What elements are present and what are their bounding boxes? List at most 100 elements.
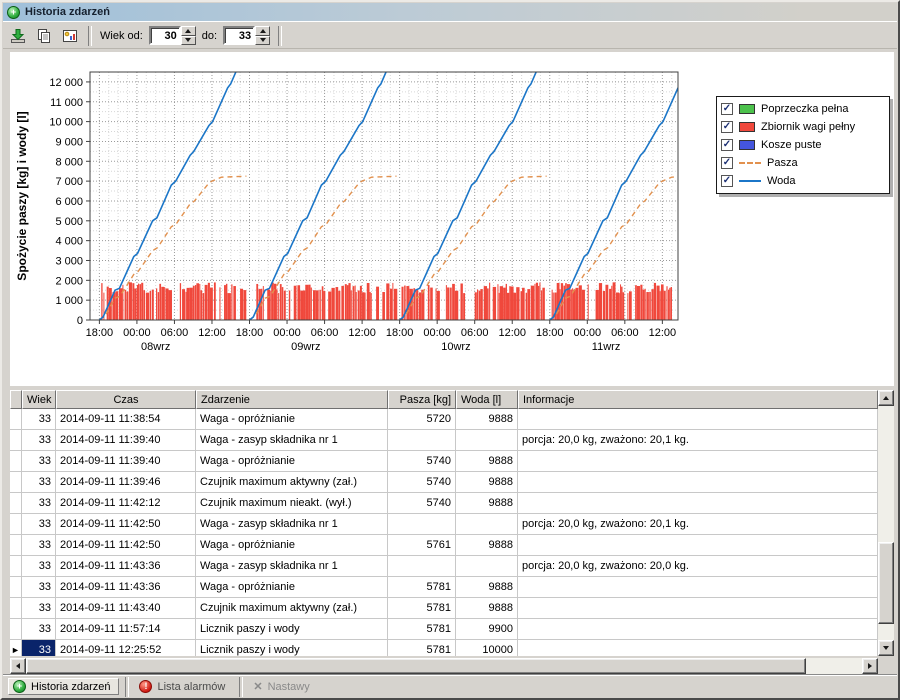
cell-czas[interactable]: 2014-09-11 11:43:36	[56, 577, 196, 598]
legend-checkbox[interactable]: ✓	[721, 103, 733, 115]
cell-czas[interactable]: 2014-09-11 11:42:50	[56, 535, 196, 556]
cell-woda[interactable]: 9888	[456, 451, 518, 472]
cell-pasza[interactable]: 5740	[388, 472, 456, 493]
cell-czas[interactable]: 2014-09-11 11:39:40	[56, 430, 196, 451]
horizontal-scrollbar[interactable]	[10, 658, 894, 674]
cell-pasza[interactable]: 5781	[388, 577, 456, 598]
cell-zdarzenie[interactable]: Czujnik maximum nieakt. (wył.)	[196, 493, 388, 514]
cell-zdarzenie[interactable]: Licznik paszy i wody	[196, 640, 388, 656]
cell-informacje[interactable]: porcja: 20,0 kg, zważono: 20,0 kg.	[518, 556, 878, 577]
cell-informacje[interactable]	[518, 640, 878, 656]
cell-czas[interactable]: 2014-09-11 11:43:36	[56, 556, 196, 577]
cell-wiek[interactable]: 33	[22, 535, 56, 556]
cell-informacje[interactable]	[518, 409, 878, 430]
cell-informacje[interactable]: porcja: 20,0 kg, zważono: 20,1 kg.	[518, 430, 878, 451]
cell-czas[interactable]: 2014-09-11 11:57:14	[56, 619, 196, 640]
cell-wiek[interactable]: 33	[22, 556, 56, 577]
vertical-scrollbar[interactable]	[878, 390, 894, 656]
cell-woda[interactable]: 9888	[456, 577, 518, 598]
cell-wiek[interactable]: 33	[22, 493, 56, 514]
table-row[interactable]: 332014-09-11 11:39:40Waga - zasyp składn…	[10, 430, 878, 451]
cell-informacje[interactable]	[518, 493, 878, 514]
cell-woda[interactable]: 9888	[456, 409, 518, 430]
cell-informacje[interactable]	[518, 535, 878, 556]
age-from-down-button[interactable]	[181, 36, 196, 46]
table-row[interactable]: 332014-09-11 11:43:36Waga - zasyp składn…	[10, 556, 878, 577]
cell-woda[interactable]	[456, 430, 518, 451]
table-row[interactable]: 332014-09-11 11:42:12Czujnik maximum nie…	[10, 493, 878, 514]
age-from-up-button[interactable]	[181, 26, 196, 36]
cell-wiek[interactable]: 33	[22, 598, 56, 619]
cell-pasza[interactable]: 5761	[388, 535, 456, 556]
tab-historia-zdarzen[interactable]: + Historia zdarzeń	[8, 678, 119, 695]
table-row[interactable]: 332014-09-11 11:42:50Waga - zasyp składn…	[10, 514, 878, 535]
scroll-left-button[interactable]	[10, 658, 26, 674]
cell-wiek[interactable]: 33	[22, 619, 56, 640]
table-row[interactable]: 332014-09-11 11:43:36Waga - opróżnianie5…	[10, 577, 878, 598]
scroll-right-button[interactable]	[862, 658, 878, 674]
cell-pasza[interactable]: 5720	[388, 409, 456, 430]
cell-informacje[interactable]	[518, 472, 878, 493]
cell-zdarzenie[interactable]: Waga - zasyp składnika nr 1	[196, 430, 388, 451]
cell-pasza[interactable]	[388, 556, 456, 577]
cell-zdarzenie[interactable]: Waga - zasyp składnika nr 1	[196, 556, 388, 577]
table-row[interactable]: 332014-09-11 11:42:50Waga - opróżnianie5…	[10, 535, 878, 556]
cell-zdarzenie[interactable]: Waga - opróżnianie	[196, 577, 388, 598]
cell-czas[interactable]: 2014-09-11 11:43:40	[56, 598, 196, 619]
column-header-pasza[interactable]: Pasza [kg]	[388, 390, 456, 409]
cell-wiek[interactable]: 33	[22, 640, 56, 656]
column-header-zdarzenie[interactable]: Zdarzenie	[196, 390, 388, 409]
table-row[interactable]: 332014-09-11 11:43:40Czujnik maximum akt…	[10, 598, 878, 619]
column-header-czas[interactable]: Czas	[56, 390, 196, 409]
table-row[interactable]: 332014-09-11 11:57:14Licznik paszy i wod…	[10, 619, 878, 640]
cell-czas[interactable]: 2014-09-11 12:25:52	[56, 640, 196, 656]
report-button[interactable]	[58, 25, 82, 47]
cell-woda[interactable]: 9888	[456, 493, 518, 514]
table-row[interactable]: 332014-09-11 11:39:46Czujnik maximum akt…	[10, 472, 878, 493]
cell-czas[interactable]: 2014-09-11 11:42:50	[56, 514, 196, 535]
cell-woda[interactable]	[456, 514, 518, 535]
age-to-up-button[interactable]	[255, 26, 270, 36]
column-header-informacje[interactable]: Informacje	[518, 390, 878, 409]
cell-woda[interactable]: 9888	[456, 472, 518, 493]
cell-pasza[interactable]	[388, 430, 456, 451]
cell-woda[interactable]	[456, 556, 518, 577]
cell-czas[interactable]: 2014-09-11 11:39:46	[56, 472, 196, 493]
table-row[interactable]: ►332014-09-11 12:25:52Licznik paszy i wo…	[10, 640, 878, 656]
cell-wiek[interactable]: 33	[22, 577, 56, 598]
age-from-input[interactable]	[149, 26, 181, 45]
cell-woda[interactable]: 9888	[456, 598, 518, 619]
cell-wiek[interactable]: 33	[22, 472, 56, 493]
cell-pasza[interactable]	[388, 514, 456, 535]
cell-informacje[interactable]	[518, 619, 878, 640]
cell-zdarzenie[interactable]: Czujnik maximum aktywny (zał.)	[196, 472, 388, 493]
cell-zdarzenie[interactable]: Licznik paszy i wody	[196, 619, 388, 640]
cell-informacje[interactable]	[518, 598, 878, 619]
cell-zdarzenie[interactable]: Waga - opróżnianie	[196, 451, 388, 472]
vertical-scroll-thumb[interactable]	[878, 542, 894, 624]
age-to-down-button[interactable]	[255, 36, 270, 46]
cell-zdarzenie[interactable]: Waga - opróżnianie	[196, 409, 388, 430]
cell-pasza[interactable]: 5740	[388, 451, 456, 472]
cell-zdarzenie[interactable]: Waga - opróżnianie	[196, 535, 388, 556]
scroll-up-button[interactable]	[878, 390, 894, 406]
legend-checkbox[interactable]: ✓	[721, 121, 733, 133]
cell-woda[interactable]: 9888	[456, 535, 518, 556]
cell-czas[interactable]: 2014-09-11 11:42:12	[56, 493, 196, 514]
cell-wiek[interactable]: 33	[22, 451, 56, 472]
cell-informacje[interactable]	[518, 577, 878, 598]
copy-button[interactable]	[32, 25, 56, 47]
horizontal-scroll-thumb[interactable]	[26, 658, 806, 674]
tab-nastawy[interactable]: ✕ Nastawy	[249, 678, 317, 695]
cell-czas[interactable]: 2014-09-11 11:39:40	[56, 451, 196, 472]
cell-informacje[interactable]: porcja: 20,0 kg, zważono: 20,1 kg.	[518, 514, 878, 535]
cell-zdarzenie[interactable]: Waga - zasyp składnika nr 1	[196, 514, 388, 535]
cell-wiek[interactable]: 33	[22, 409, 56, 430]
tab-lista-alarmow[interactable]: ! Lista alarmów	[135, 678, 233, 695]
scroll-down-button[interactable]	[878, 640, 894, 656]
table-row[interactable]: 332014-09-11 11:38:54Waga - opróżnianie5…	[10, 409, 878, 430]
cell-woda[interactable]: 9900	[456, 619, 518, 640]
cell-wiek[interactable]: 33	[22, 430, 56, 451]
cell-pasza[interactable]: 5740	[388, 493, 456, 514]
age-to-input[interactable]	[223, 26, 255, 45]
